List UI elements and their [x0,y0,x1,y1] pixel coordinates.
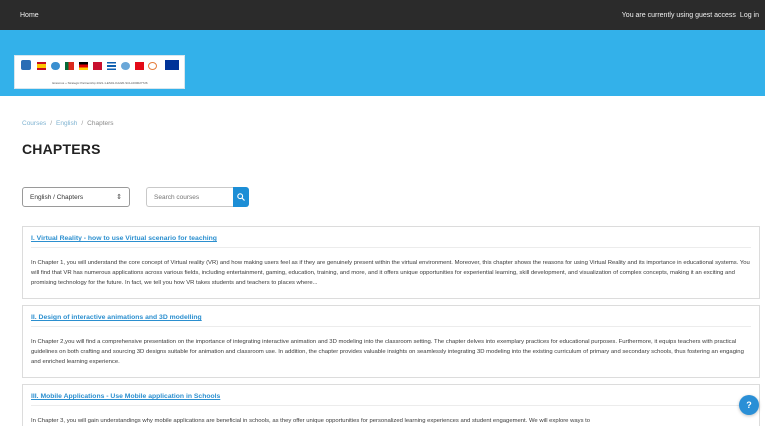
search-icon [237,193,245,201]
breadcrumb-english[interactable]: English [56,120,77,127]
partner-logo-icon [121,62,130,70]
course-summary: In Chapter 3, you will gain understandin… [31,418,591,424]
user-menu: You are currently using guest access Log… [622,12,759,19]
select-caret-icon: ⇕ [116,194,122,201]
category-select-value: English / Chapters [30,193,84,201]
project-logo-icon [21,60,31,70]
divider [31,326,751,327]
divider [31,247,751,248]
partner-logo-icon [148,62,157,70]
spain-flag-icon [37,62,46,70]
breadcrumb-separator: / [81,120,84,127]
guest-access-text: You are currently using guest access [621,11,736,19]
course-summary: In Chapter 1, you will understand the co… [31,260,750,286]
germany-flag-icon [79,62,88,70]
help-button[interactable]: ? [739,395,759,415]
header-banner: Erasmus + Strategic Partnership 2021-1-E… [0,30,765,96]
eu-flag-icon [165,60,179,70]
course-title-link[interactable]: II. Design of interactive animations and… [31,314,202,321]
category-select[interactable]: English / Chapters ⇕ [22,187,130,207]
course-card: II. Design of interactive animations and… [22,305,760,378]
breadcrumb-chapters: Chapters [87,120,114,127]
turkey-flag-icon [135,62,144,70]
banner-caption: Erasmus + Strategic Partnership 2021-1-E… [52,81,148,85]
portugal-flag-icon [65,62,74,70]
login-link[interactable]: Log in [740,12,759,19]
greece-flag-icon [107,62,116,70]
breadcrumb: Courses / English / Chapters [22,120,114,127]
page-title: CHAPTERS [22,141,101,157]
top-navbar: Home You are currently using guest acces… [0,0,765,30]
divider [31,405,751,406]
breadcrumb-separator: / [50,120,53,127]
course-card: III. Mobile Applications - Use Mobile ap… [22,384,760,426]
search-button[interactable] [233,187,249,207]
home-link[interactable]: Home [20,12,39,19]
breadcrumb-courses[interactable]: Courses [22,120,46,127]
course-title-link[interactable]: I. Virtual Reality - how to use Virtual … [31,235,217,242]
denmark-flag-icon [93,62,102,70]
course-card: I. Virtual Reality - how to use Virtual … [22,226,760,299]
partner-logos[interactable]: Erasmus + Strategic Partnership 2021-1-E… [14,55,185,89]
course-summary: In Chapter 2,you will find a comprehensi… [31,339,744,365]
course-title-link[interactable]: III. Mobile Applications - Use Mobile ap… [31,393,220,400]
partner-logo-icon [51,62,60,70]
search-input[interactable] [146,187,233,207]
